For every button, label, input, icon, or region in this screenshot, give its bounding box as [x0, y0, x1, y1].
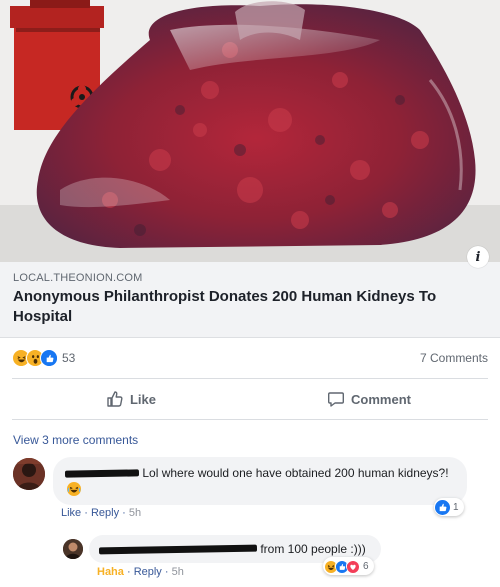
comment-bubble: Lol where would one have obtained 200 hu…: [53, 457, 467, 505]
post-stats: 53 7 Comments: [0, 340, 500, 376]
reply-actions: Haha · Reply · 5h: [97, 566, 184, 578]
reply-text: from 100 people :))): [260, 542, 366, 556]
comment-button-label: Comment: [351, 391, 411, 407]
comment-icon: [328, 392, 345, 407]
link-headline[interactable]: Anonymous Philanthropist Donates 200 Hum…: [13, 287, 483, 327]
comment-button[interactable]: Comment: [250, 379, 488, 419]
comment-timestamp[interactable]: 5h: [129, 507, 141, 519]
like-reaction-icon: [435, 499, 450, 515]
link-preview-image[interactable]: [0, 0, 500, 262]
laughing-emoji-icon: [67, 482, 81, 496]
like-reaction-icon: [40, 349, 58, 367]
reply-reactions[interactable]: 6: [323, 557, 374, 575]
comment-like-link[interactable]: Like: [61, 507, 81, 519]
comment-reactions[interactable]: 1: [434, 498, 464, 516]
redacted-name[interactable]: [98, 544, 258, 555]
comment-actions: Like · Reply · 5h: [61, 507, 142, 519]
comment-reply-link[interactable]: Reply: [91, 507, 119, 519]
info-icon[interactable]: i: [467, 246, 489, 268]
thumbs-up-icon: [107, 391, 123, 407]
post-actions: Like Comment: [12, 378, 488, 420]
love-reaction-icon: [346, 559, 360, 573]
link-preview-meta[interactable]: i LOCAL.THEONION.COM Anonymous Philanthr…: [0, 246, 500, 338]
reaction-count[interactable]: 53: [62, 351, 75, 365]
redacted-name[interactable]: [64, 469, 140, 478]
comment-text: Lol where would one have obtained 200 hu…: [142, 466, 449, 480]
avatar[interactable]: [13, 458, 45, 490]
reply-reaction-count: 6: [363, 560, 369, 572]
like-button-label: Like: [129, 391, 156, 407]
kidney-bag-photo: [0, 0, 500, 262]
view-more-comments-link[interactable]: View 3 more comments: [13, 433, 138, 447]
link-domain: LOCAL.THEONION.COM: [13, 272, 143, 284]
comments-count[interactable]: 7 Comments: [420, 351, 488, 365]
comment-reaction-count: 1: [453, 501, 459, 513]
reaction-summary[interactable]: 53: [12, 348, 75, 368]
like-button[interactable]: Like: [12, 379, 250, 419]
reply-haha-link[interactable]: Haha: [97, 566, 124, 578]
avatar[interactable]: [63, 539, 83, 559]
reply-timestamp[interactable]: 5h: [172, 566, 184, 578]
reply-reply-link[interactable]: Reply: [134, 566, 162, 578]
